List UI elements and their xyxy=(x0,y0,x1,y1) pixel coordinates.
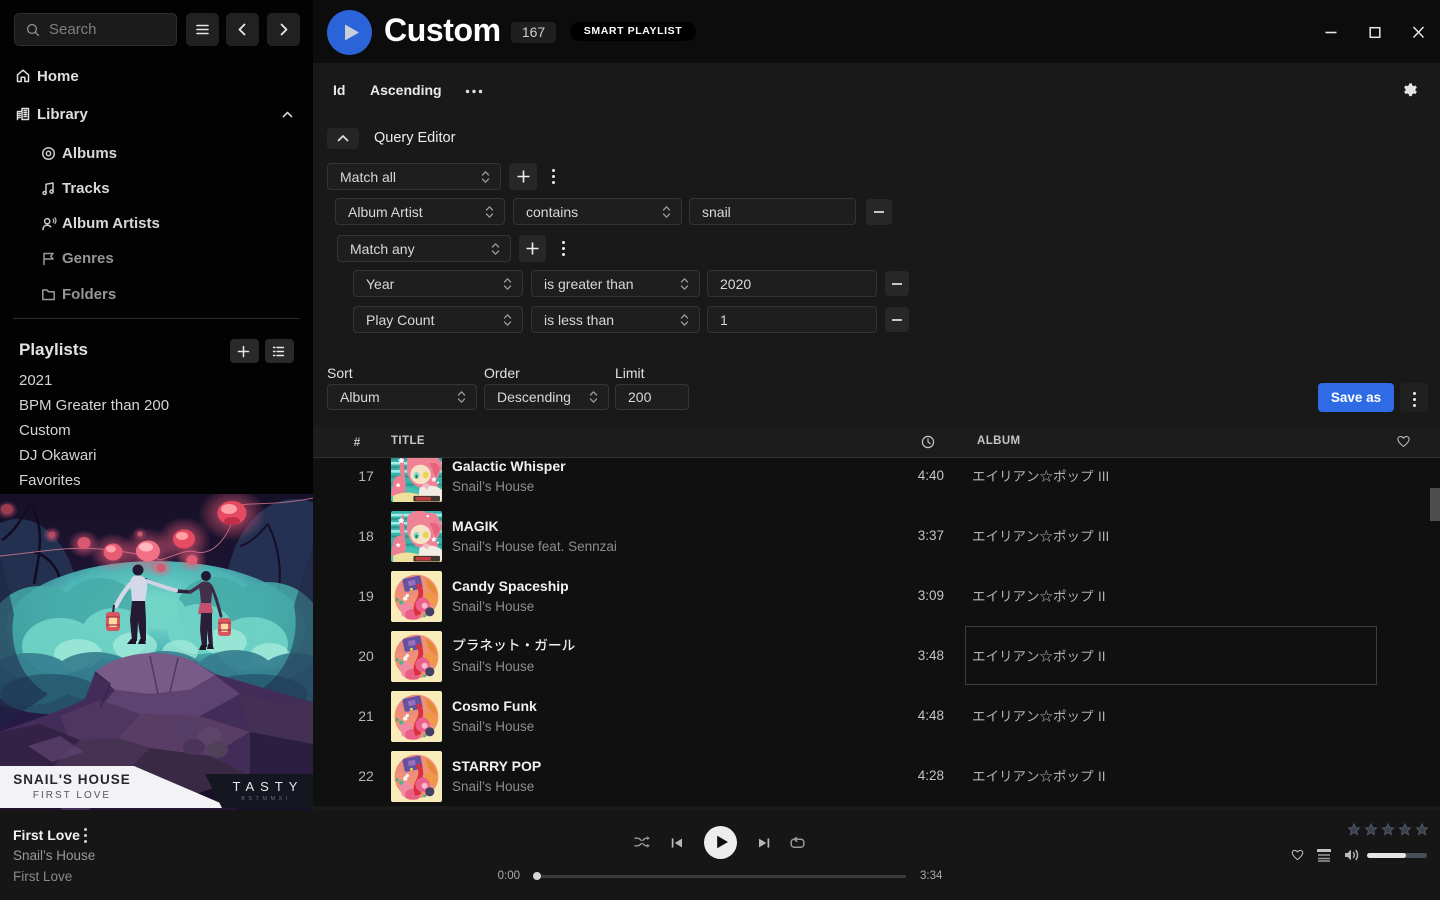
svg-text:III: III xyxy=(1098,469,1109,484)
svg-text:II: II xyxy=(1098,709,1106,724)
svg-text:SNAIL'S HOUSE: SNAIL'S HOUSE xyxy=(13,772,130,787)
svg-text:II: II xyxy=(1098,589,1106,604)
svg-text:III: III xyxy=(1098,529,1109,544)
svg-text:BSTMMXI: BSTMMXI xyxy=(241,796,291,802)
svg-text:FIRST LOVE: FIRST LOVE xyxy=(33,790,111,801)
svg-text:TASTY: TASTY xyxy=(233,779,304,794)
svg-text:II: II xyxy=(1098,769,1106,784)
